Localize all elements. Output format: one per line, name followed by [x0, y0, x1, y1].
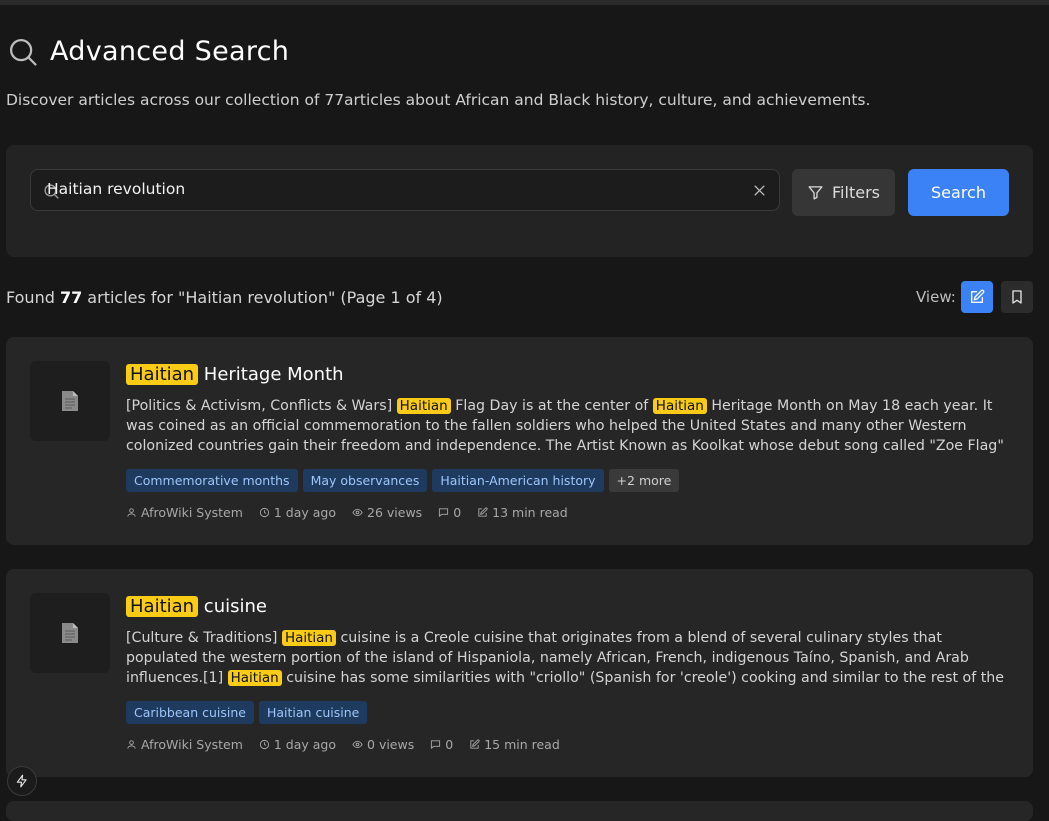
meta-time: 1 day ago — [259, 505, 336, 520]
page-subtitle: Discover articles across our collection … — [6, 91, 871, 109]
clear-icon[interactable] — [752, 183, 767, 198]
author-name: AfroWiki System — [141, 505, 243, 520]
time-text: 1 day ago — [273, 505, 337, 520]
snippet-text: Flag Day is at the center of — [450, 398, 653, 414]
article-card[interactable]: Haitian cuisine [Culture & Traditions] H… — [6, 569, 1033, 777]
time-text: 1 day ago — [273, 737, 337, 752]
filter-icon — [808, 186, 823, 200]
clock-icon — [259, 507, 269, 518]
page-header: Advanced Search — [8, 36, 289, 67]
article-title[interactable]: Haitian cuisine — [126, 596, 267, 617]
article-title[interactable]: Haitian Heritage Month — [126, 364, 344, 385]
snippet-highlight: Haitian — [281, 630, 336, 646]
snippet-text: [Culture & Traditions] — [126, 630, 282, 646]
search-input-value[interactable]: Haitian revolution — [47, 180, 185, 198]
views-text: 26 views — [367, 505, 423, 520]
snippet-highlight: Haitian — [396, 398, 451, 414]
author-name: AfroWiki System — [141, 737, 243, 752]
tag[interactable]: Caribbean cuisine — [126, 701, 254, 724]
edit-icon — [478, 507, 488, 517]
eye-icon — [352, 740, 363, 749]
top-bar — [0, 0, 1049, 5]
article-thumbnail — [30, 593, 110, 673]
article-card[interactable]: Haitian Heritage Month [Politics & Activ… — [6, 337, 1033, 545]
article-snippet: [Politics & Activism, Conflicts & Wars] … — [126, 396, 1014, 456]
article-snippet: [Culture & Traditions] Haitian cuisine i… — [126, 628, 1014, 688]
article-meta: AfroWiki System 1 day ago 0 views 0 15 m… — [126, 737, 560, 752]
title-text: Heritage Month — [198, 364, 344, 385]
results-summary: Found 77 articles for "Haitian revolutio… — [6, 288, 443, 307]
comment-icon — [431, 740, 441, 750]
edit-icon — [470, 739, 480, 749]
tag[interactable]: May observances — [302, 469, 428, 492]
filters-button[interactable]: Filters — [792, 169, 895, 216]
article-meta: AfroWiki System 1 day ago 26 views 0 13 … — [126, 505, 568, 520]
meta-comments: 0 — [438, 505, 461, 520]
eye-icon — [352, 508, 363, 517]
snippet-highlight: Haitian — [227, 670, 282, 686]
user-icon — [127, 508, 136, 517]
meta-views: 26 views — [352, 505, 422, 520]
tag[interactable]: Haitian cuisine — [258, 701, 368, 724]
results-suffix: articles for "Haitian revolution" (Page … — [82, 288, 443, 307]
edit-icon — [971, 289, 985, 303]
results-prefix: Found — [6, 288, 60, 307]
article-tags: Commemorative months May observances Hai… — [126, 469, 680, 492]
meta-author: AfroWiki System — [126, 737, 243, 752]
meta-views: 0 views — [352, 737, 414, 752]
search-icon — [10, 38, 37, 66]
quick-action-button[interactable] — [7, 766, 37, 796]
article-tags: Caribbean cuisine Haitian cuisine — [126, 701, 368, 724]
results-count: 77 — [59, 288, 83, 307]
document-icon — [62, 391, 78, 411]
view-bookmark-button[interactable] — [1001, 281, 1033, 313]
search-input[interactable]: Haitian revolution — [30, 169, 780, 211]
search-panel: Haitian revolution Filters Search — [6, 145, 1033, 257]
more-tags-badge[interactable]: +2 more — [608, 469, 680, 492]
view-edit-button[interactable] — [961, 281, 993, 313]
tag[interactable]: Commemorative months — [126, 469, 298, 492]
comment-icon — [439, 508, 449, 518]
page-title: Advanced Search — [50, 36, 290, 67]
search-button[interactable]: Search — [908, 169, 1009, 216]
title-highlight: Haitian — [126, 364, 199, 385]
comments-count: 0 — [445, 737, 454, 752]
meta-read-time: 13 min read — [477, 505, 568, 520]
snippet-text: [Politics & Activism, Conflicts & Wars] — [126, 398, 397, 414]
meta-time: 1 day ago — [259, 737, 336, 752]
comments-count: 0 — [453, 505, 462, 520]
filters-label: Filters — [832, 183, 880, 202]
user-icon — [127, 740, 136, 749]
view-label: View: — [916, 288, 956, 306]
lightning-icon — [16, 774, 27, 788]
article-thumbnail — [30, 361, 110, 441]
title-highlight: Haitian — [126, 596, 199, 617]
title-text: cuisine — [198, 596, 267, 617]
article-card[interactable] — [6, 801, 1033, 821]
snippet-highlight: Haitian — [652, 398, 707, 414]
bookmark-icon — [1012, 290, 1022, 304]
views-text: 0 views — [367, 737, 415, 752]
clock-icon — [259, 739, 269, 750]
meta-comments: 0 — [430, 737, 453, 752]
read-time-text: 15 min read — [484, 737, 560, 752]
document-icon — [62, 623, 78, 643]
meta-author: AfroWiki System — [126, 505, 243, 520]
read-time-text: 13 min read — [492, 505, 568, 520]
meta-read-time: 15 min read — [469, 737, 560, 752]
tag[interactable]: Haitian-American history — [432, 469, 604, 492]
